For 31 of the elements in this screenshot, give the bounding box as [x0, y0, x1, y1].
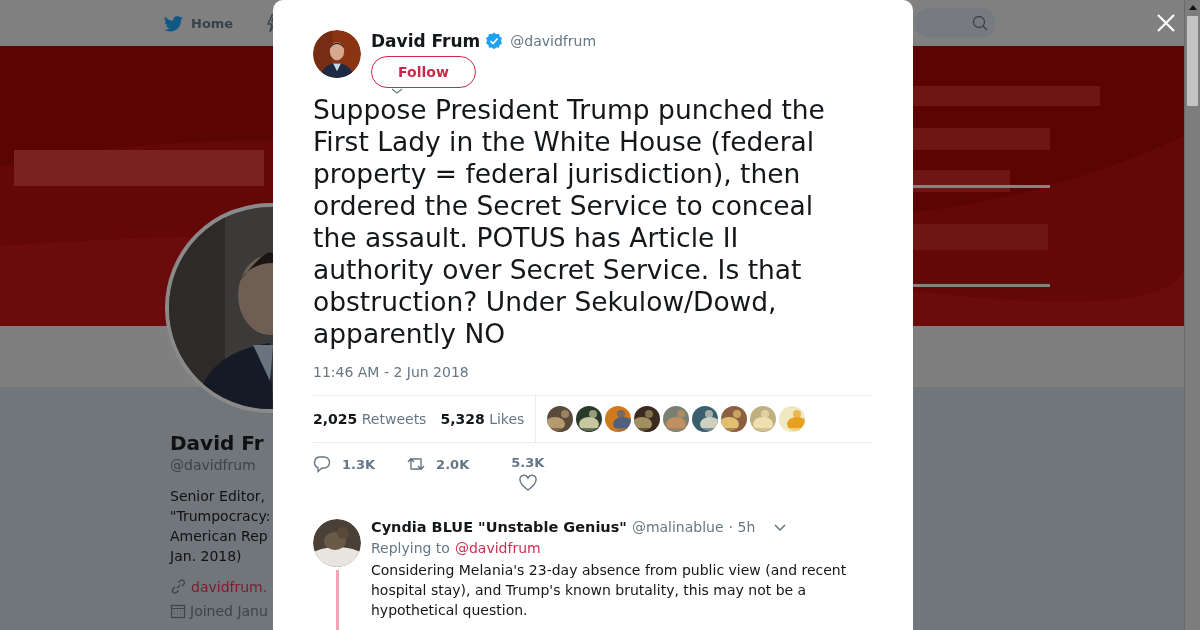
scrollbar-thumb[interactable] — [1187, 16, 1198, 106]
reply-text: Considering Melania's 23-day absence from public view (and recent hospital stay), and Trump's known brutality, this may not be a hypothetical question. — [371, 561, 848, 620]
stat-link[interactable]: 2,025 Retweets — [313, 411, 427, 427]
mention-link[interactable]: @davidfrum — [454, 540, 541, 556]
author-name[interactable]: David Frum — [371, 31, 481, 51]
tweet-timestamp[interactable]: 11:46 AM - 2 Jun 2018 — [313, 364, 469, 380]
heart-icon[interactable] — [518, 474, 537, 492]
search-icon[interactable] — [972, 15, 988, 31]
stat-link[interactable]: 5,328 Likes — [440, 411, 525, 427]
reply-time[interactable]: · 5h — [728, 519, 756, 535]
retweet-icon[interactable] — [407, 455, 426, 473]
close-icon[interactable] — [1156, 13, 1176, 33]
search-field[interactable] — [914, 8, 996, 38]
reply-author-handle[interactable]: @malinablue — [631, 519, 724, 535]
bio-line: Senior Editor, — [170, 487, 266, 506]
reply-count: 1.3K — [342, 456, 376, 472]
reply-author-name[interactable]: Cyndia BLUE "Unstable Genius" — [371, 519, 627, 535]
calendar-icon — [170, 603, 186, 619]
chevron-icon[interactable] — [774, 523, 787, 531]
scroll-up-icon[interactable] — [1187, 3, 1198, 11]
bio-line: "Trumpocracy: — [170, 507, 271, 526]
bio-line: American Rep — [170, 527, 269, 546]
reply-icon[interactable] — [313, 455, 331, 473]
author-handle[interactable]: @davidfrum — [510, 33, 597, 49]
retweet-count: 2.0K — [436, 456, 470, 472]
like-count: 5.3K — [511, 455, 545, 470]
bio-line: Jan. 2018) — [170, 547, 243, 566]
thread-line — [335, 570, 339, 630]
link-icon — [170, 578, 187, 595]
profile-name: David Fr — [170, 431, 264, 455]
replying-label: Replying to — [371, 540, 450, 556]
